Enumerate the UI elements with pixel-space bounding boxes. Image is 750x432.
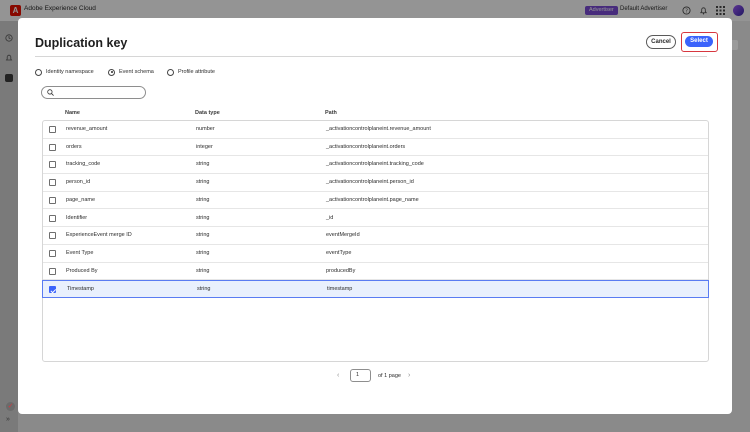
dialog-title: Duplication key [35, 36, 128, 50]
table-row[interactable]: Identifier string _id [43, 210, 708, 228]
duplication-key-dialog: Duplication key Cancel Select Identity n… [18, 18, 732, 414]
cell-path: _activationcontrolplaneint.revenue_amoun… [326, 126, 431, 132]
row-checkbox[interactable] [49, 214, 56, 222]
table-row[interactable]: revenue_amount number _activationcontrol… [43, 121, 708, 139]
expand-rail-icon[interactable]: » [6, 416, 10, 423]
radio-label: Event schema [119, 69, 154, 75]
cancel-button[interactable]: Cancel [646, 35, 676, 49]
select-button-highlight: Select [681, 32, 718, 52]
row-checkbox-checked[interactable] [49, 286, 56, 294]
schema-fields-table: revenue_amount number _activationcontrol… [42, 120, 709, 362]
cell-name: orders [66, 143, 82, 150]
page-number-input[interactable]: 1 [350, 369, 371, 382]
table-row[interactable]: orders integer _activationcontrolplanein… [43, 139, 708, 157]
cell-path: _id [326, 214, 334, 221]
table-row[interactable]: Produced By string producedBy [43, 263, 708, 281]
table-row[interactable]: page_name string _activationcontrolplane… [43, 192, 708, 210]
left-nav-rail [0, 21, 18, 432]
column-header-name[interactable]: Name [65, 110, 80, 116]
cell-path: eventMergeId [326, 232, 360, 239]
cell-name: ExperienceEvent merge ID [66, 232, 132, 239]
table-row[interactable]: person_id string _activationcontrolplane… [43, 174, 708, 192]
row-checkbox[interactable] [49, 196, 56, 204]
search-icon [47, 89, 54, 96]
bell-nav-icon[interactable] [5, 54, 13, 62]
table-row[interactable]: tracking_code string _activationcontrolp… [43, 156, 708, 175]
radio-label: Profile attribute [178, 69, 215, 75]
cell-data-type: number [196, 126, 215, 132]
cell-data-type: string [196, 214, 210, 221]
cell-data-type: integer [196, 143, 213, 150]
cell-path: producedBy [326, 267, 356, 274]
cell-data-type: string [197, 286, 211, 293]
cell-name: Event Type [66, 249, 94, 256]
cell-data-type: string [196, 161, 210, 168]
radio-identity-namespace[interactable]: Identity namespace [35, 67, 94, 77]
select-button[interactable]: Select [685, 36, 713, 47]
chevron-left-icon[interactable]: ‹ [337, 372, 339, 379]
radio-event-schema[interactable]: Event schema [108, 67, 154, 77]
radio-circle[interactable] [35, 68, 42, 76]
cell-name: revenue_amount [66, 126, 108, 132]
radio-circle-selected[interactable] [108, 68, 115, 76]
clock-icon[interactable] [5, 34, 13, 42]
radio-circle[interactable] [167, 68, 174, 76]
row-checkbox[interactable] [49, 249, 56, 257]
row-checkbox[interactable] [49, 126, 56, 133]
active-nav-icon[interactable] [5, 74, 13, 82]
page-count-label: of 1 page [378, 373, 401, 379]
checkmark-status-icon[interactable]: ✓ [6, 402, 15, 411]
cell-name: Identifier [66, 214, 88, 221]
row-checkbox[interactable] [49, 267, 56, 275]
row-checkbox[interactable] [49, 161, 56, 169]
row-checkbox[interactable] [49, 143, 56, 151]
cell-data-type: string [196, 179, 210, 186]
cell-data-type: string [196, 232, 210, 239]
cell-path: _activationcontrolplaneint.tracking_code [326, 161, 424, 168]
cell-name: tracking_code [66, 161, 101, 168]
cell-data-type: string [196, 249, 210, 256]
cell-data-type: string [196, 267, 210, 274]
cell-path: _activationcontrolplaneint.page_name [326, 196, 419, 203]
cell-name: Produced By [66, 267, 98, 274]
cell-name: Timestamp [67, 286, 94, 293]
cell-path: timestamp [327, 286, 353, 293]
cell-path: eventType [326, 249, 352, 256]
table-row[interactable]: ExperienceEvent merge ID string eventMer… [43, 227, 708, 245]
cell-name: person_id [66, 179, 91, 186]
row-checkbox[interactable] [49, 179, 56, 187]
column-header-data-type[interactable]: Data type [195, 110, 220, 116]
column-header-path[interactable]: Path [325, 110, 337, 116]
cell-data-type: string [196, 196, 210, 203]
cell-name: page_name [66, 196, 96, 203]
table-row[interactable]: Event Type string eventType [43, 245, 708, 263]
row-checkbox[interactable] [49, 232, 56, 240]
cell-path: _activationcontrolplaneint.orders [326, 143, 406, 150]
radio-label: Identity namespace [46, 69, 94, 75]
radio-profile-attribute[interactable]: Profile attribute [167, 67, 215, 77]
table-row-selected[interactable]: Timestamp string timestamp [42, 280, 709, 298]
header-divider [35, 56, 707, 57]
search-input[interactable] [41, 86, 146, 99]
cell-path: _activationcontrolplaneint.person_id [326, 179, 414, 186]
chevron-right-icon[interactable]: › [408, 372, 410, 379]
